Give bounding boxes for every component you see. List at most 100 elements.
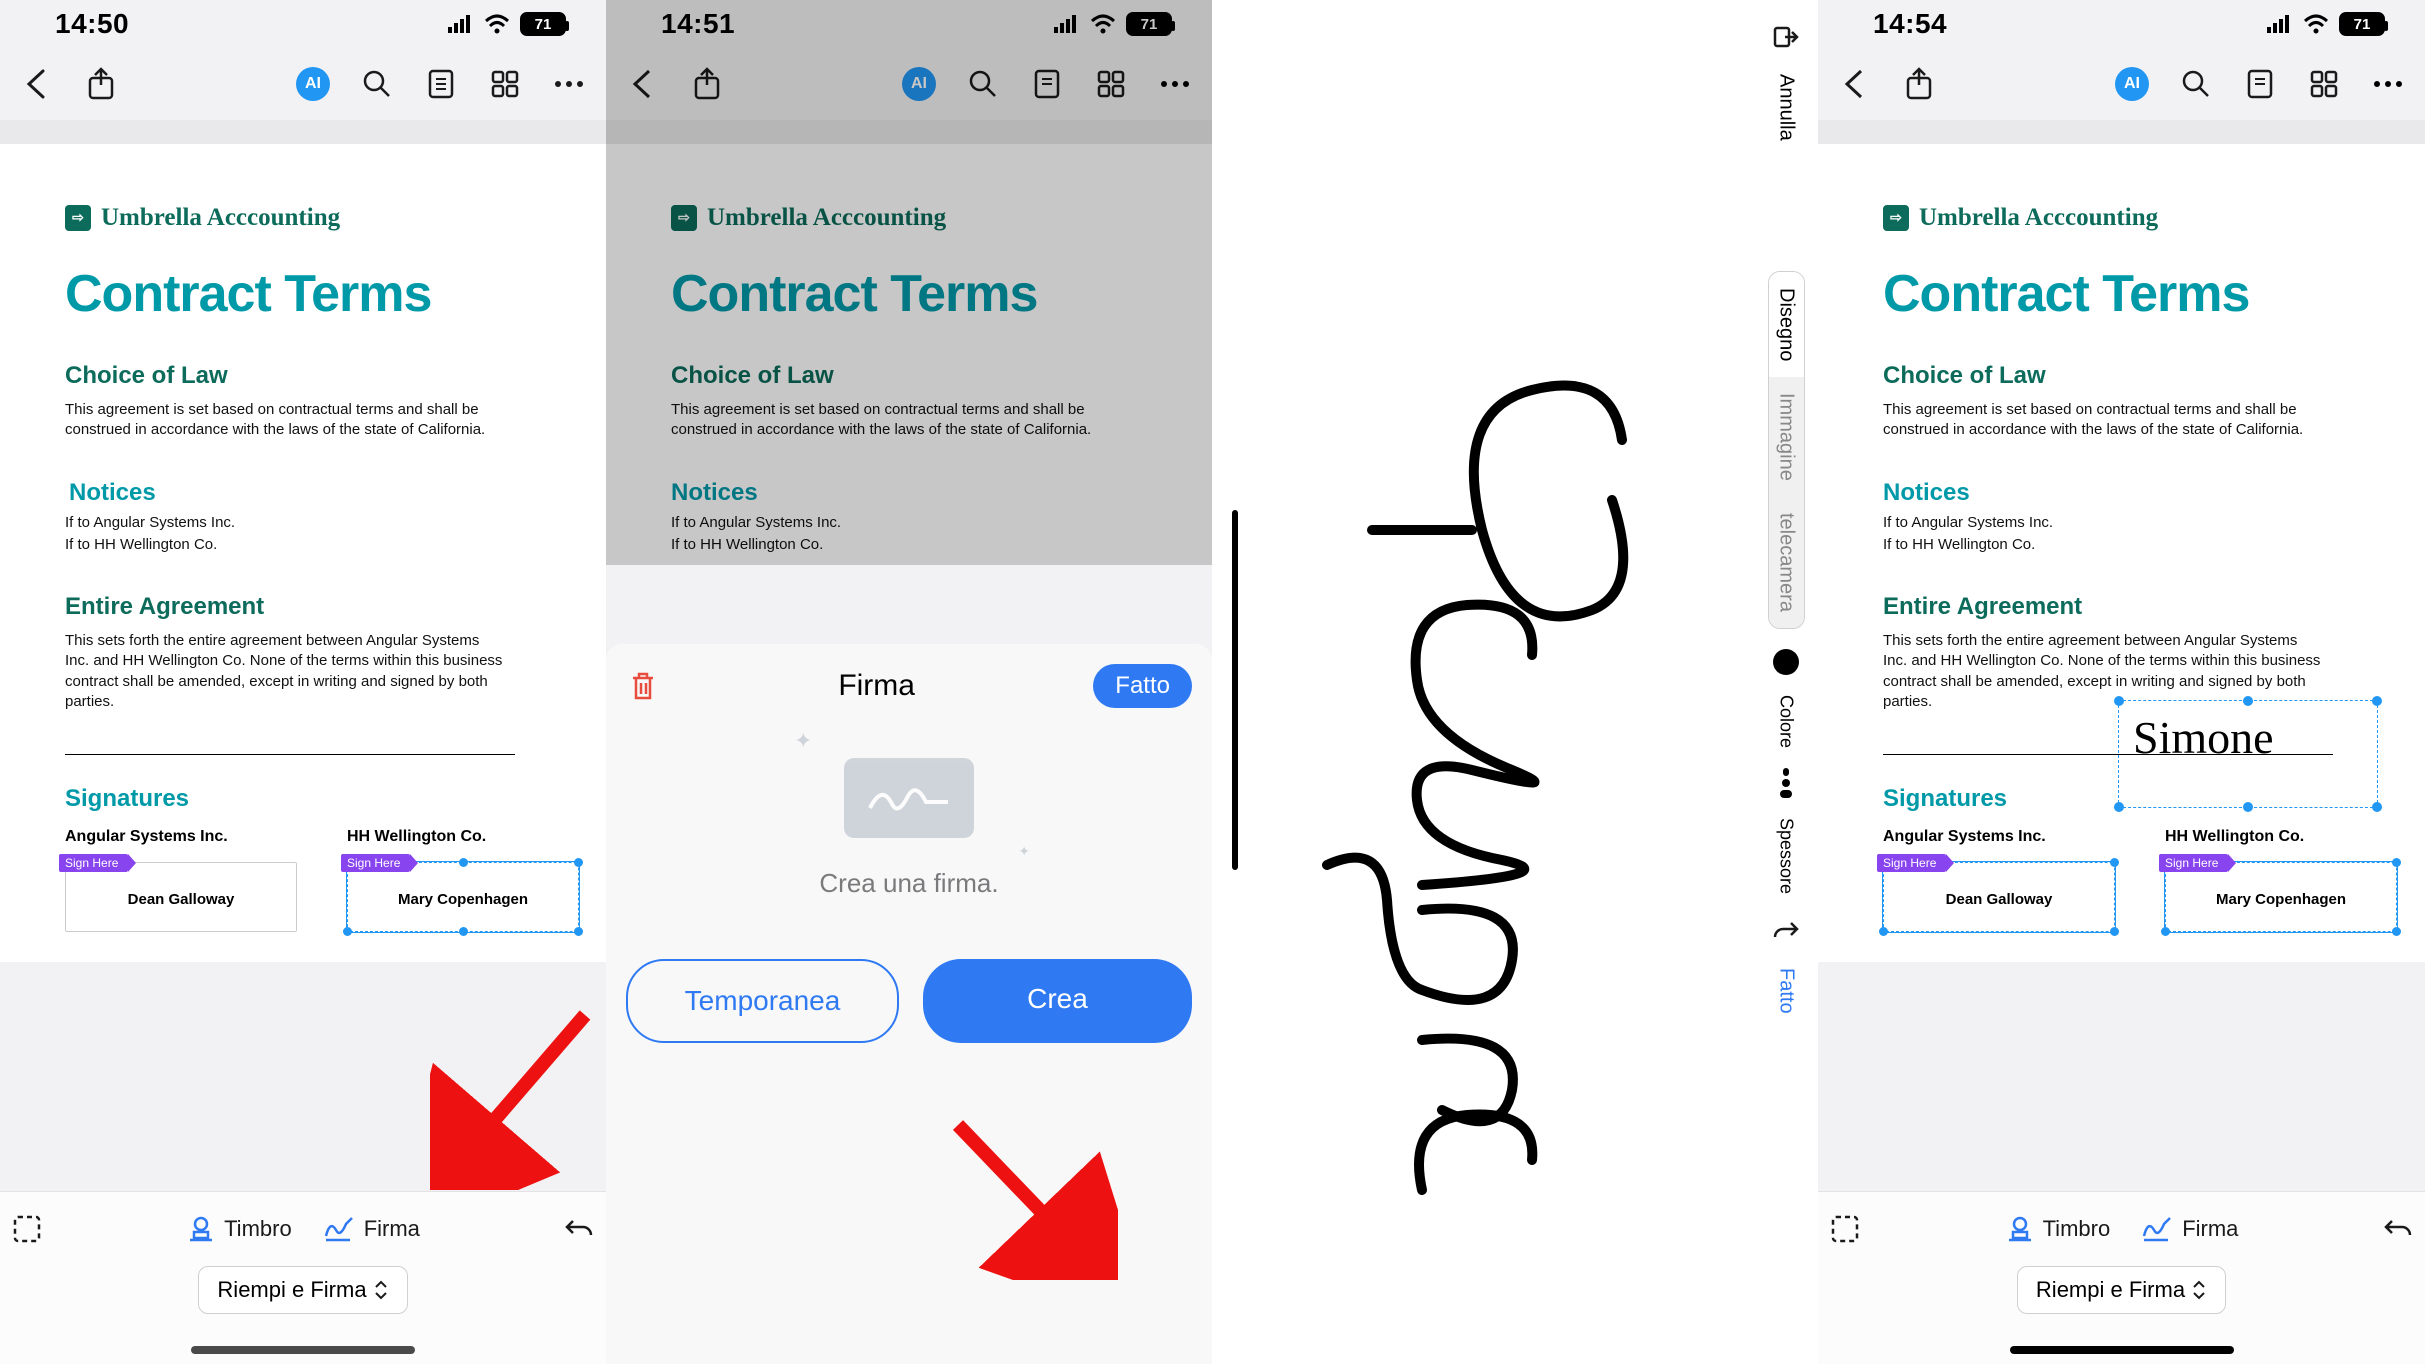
back-icon[interactable] [20,67,54,101]
select-area-icon[interactable] [10,1212,44,1246]
placed-signature[interactable]: Simone [2118,700,2378,808]
baseline [1232,510,1238,870]
undo-icon[interactable] [2381,1212,2415,1246]
back-icon[interactable] [626,67,660,101]
more-icon[interactable] [2371,67,2405,101]
undo-label[interactable]: Annulla [1775,74,1798,141]
signer-2: Mary Copenhagen [348,891,578,908]
ai-badge[interactable]: AI [296,67,330,101]
ai-badge[interactable]: AI [902,67,936,101]
grid-icon[interactable] [2307,67,2341,101]
grid-icon[interactable] [488,67,522,101]
sheet-hint: Crea una firma. [819,868,998,899]
signature-row: Angular Systems Inc. Sign Here Dean Gall… [65,828,541,932]
done-label[interactable]: Fatto [1775,968,1798,1014]
stamp-button[interactable]: Timbro [186,1214,292,1244]
more-icon[interactable] [552,67,586,101]
wifi-icon [1090,14,1116,34]
sign-icon [2140,1214,2174,1244]
outline-icon[interactable] [1030,67,1064,101]
para-choice: This agreement is set based on contractu… [1883,400,2323,441]
status-bar: 14:50 ! 71 [0,0,606,48]
sign-icon [322,1214,356,1244]
create-button[interactable]: Crea [923,959,1192,1043]
handwriting-signature [1272,260,1732,1260]
thickness-icon[interactable] [1774,768,1798,798]
status-time: 14:50 [55,8,129,40]
undo-icon[interactable] [562,1212,596,1246]
cell-icon [2267,15,2293,33]
signer-1: Dean Galloway [1884,891,2114,908]
outline-icon[interactable] [424,67,458,101]
mode-label: Riempi e Firma [2036,1277,2185,1303]
search-icon[interactable] [360,67,394,101]
more-icon[interactable] [1158,67,1192,101]
search-icon[interactable] [966,67,1000,101]
tab-draw[interactable]: Disegno [1769,272,1804,377]
grid-icon[interactable] [1094,67,1128,101]
heading-choice: Choice of Law [671,362,1147,390]
status-icons: 71 [2267,12,2385,36]
sign-here-tag: Sign Here [341,854,410,872]
back-icon[interactable] [1838,67,1872,101]
home-indicator [2010,1346,2234,1354]
mode-selector[interactable]: Riempi e Firma [2017,1266,2226,1314]
party-1: Angular Systems Inc. [65,828,297,846]
heading-choice: Choice of Law [1883,362,2360,390]
top-toolbar: AI [606,48,1212,120]
battery-icon: 71 [1126,12,1172,36]
document-page: Umbrella Acccounting Contract Terms Choi… [1818,144,2425,962]
para-not2: If to HH Wellington Co. [671,535,1111,555]
cell-icon [1054,15,1080,33]
exit-icon[interactable] [1769,20,1803,54]
signer-1: Dean Galloway [66,891,296,908]
chevron-updown-icon [373,1280,389,1300]
signature-field-1[interactable]: Dean Galloway [65,862,297,932]
heading-entire: Entire Agreement [1883,593,2360,621]
ai-badge[interactable]: AI [2115,67,2149,101]
sign-label: Firma [2182,1216,2238,1242]
trash-icon[interactable] [626,669,660,703]
temporary-button[interactable]: Temporanea [626,959,899,1043]
heading-entire: Entire Agreement [65,593,541,621]
para-not1: If to Angular Systems Inc. [671,513,1111,533]
doc-title: Contract Terms [671,264,1147,324]
document-page: Umbrella Acccounting Contract Terms Choi… [606,144,1212,565]
bottom-toolbar: Timbro Firma Riempi e Firma [0,1191,606,1364]
wifi-icon [2303,14,2329,34]
bottom-toolbar: Timbro Firma Riempi e Firma [1818,1191,2425,1364]
signature-field-1[interactable]: Dean Galloway [1883,862,2115,932]
mode-label: Riempi e Firma [217,1277,366,1303]
tab-image[interactable]: Immagine [1769,377,1804,497]
sign-button[interactable]: Firma [2140,1214,2238,1244]
party-1: Angular Systems Inc. [1883,828,2115,846]
draw-sidebar: Annulla Disegno Immagine telecamera Colo… [1756,0,1816,1364]
annotation-arrow [430,1000,600,1190]
party-2: HH Wellington Co. [347,828,579,846]
top-toolbar: AI [1818,48,2425,120]
select-area-icon[interactable] [1828,1212,1862,1246]
signature-field-2[interactable]: Mary Copenhagen [347,862,579,932]
brand-name: Umbrella Acccounting [707,204,946,232]
thickness-label: Spessore [1776,818,1797,894]
search-icon[interactable] [2179,67,2213,101]
outline-icon[interactable] [2243,67,2277,101]
share-icon[interactable] [84,67,118,101]
signature-placeholder: ✦ ✦ Crea una firma. [626,758,1192,899]
share-icon[interactable] [690,67,724,101]
redo-icon[interactable] [1769,914,1803,948]
signature-field-2[interactable]: Mary Copenhagen [2165,862,2397,932]
color-swatch[interactable] [1773,649,1799,675]
heading-sigs: Signatures [65,785,541,813]
draw-canvas[interactable] [1212,0,1818,1364]
brand-name: Umbrella Acccounting [1919,204,2158,232]
stamp-button[interactable]: Timbro [2005,1214,2111,1244]
share-icon[interactable] [1902,67,1936,101]
status-time: 14:54 [1873,8,1947,40]
divider [65,754,515,755]
mode-selector[interactable]: Riempi e Firma [198,1266,407,1314]
stamp-icon [2005,1214,2035,1244]
sign-button[interactable]: Firma [322,1214,420,1244]
done-button[interactable]: Fatto [1093,664,1192,708]
tab-camera[interactable]: telecamera [1769,497,1804,628]
